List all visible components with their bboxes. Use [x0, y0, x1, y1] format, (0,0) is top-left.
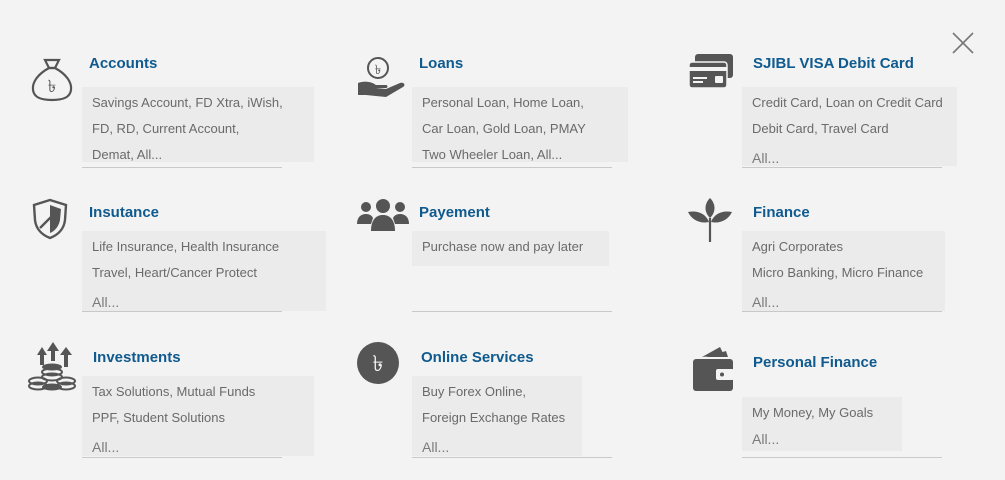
wallet-icon: [692, 345, 736, 393]
plant-leaf-icon: [686, 196, 734, 244]
personal-finance-links: My Money, My Goals All...: [742, 397, 902, 451]
divider: [82, 311, 282, 312]
accounts-links: Savings Account, FD Xtra, iWish, FD, RD,…: [82, 87, 314, 162]
investment-coins-icon: [27, 341, 77, 393]
investments-line-2[interactable]: PPF, Student Solutions: [92, 405, 304, 431]
divider: [742, 167, 942, 168]
insurance-line-1[interactable]: Life Insurance, Health Insurance: [92, 234, 316, 260]
divider: [742, 457, 942, 458]
divider: [82, 167, 282, 168]
svg-text:৳: ৳: [48, 77, 56, 97]
insurance-title[interactable]: Insutance: [89, 204, 159, 221]
debit-card-title[interactable]: SJIBL VISA Debit Card: [753, 55, 914, 72]
investments-links: Tax Solutions, Mutual Funds PPF, Student…: [82, 376, 314, 456]
payment-links: Purchase now and pay later: [412, 231, 609, 266]
online-services-title[interactable]: Online Services: [421, 349, 534, 366]
divider: [412, 167, 612, 168]
loans-line-1[interactable]: Personal Loan, Home Loan,: [422, 90, 618, 116]
accounts-line-2[interactable]: FD, RD, Current Account,: [92, 116, 304, 142]
accounts-line-1[interactable]: Savings Account, FD Xtra, iWish,: [92, 90, 304, 116]
finance-line-2[interactable]: Micro Banking, Micro Finance: [752, 260, 935, 286]
loans-line-2[interactable]: Car Loan, Gold Loan, PMAY: [422, 116, 618, 142]
finance-title[interactable]: Finance: [753, 204, 810, 221]
svg-text:৳: ৳: [375, 63, 381, 78]
online-services-line-1[interactable]: Buy Forex Online,: [422, 379, 572, 405]
loans-line-3[interactable]: Two Wheeler Loan, All...: [422, 142, 618, 168]
loans-links: Personal Loan, Home Loan, Car Loan, Gold…: [412, 87, 628, 162]
payment-line-1[interactable]: Purchase now and pay later: [422, 234, 599, 260]
insurance-line-2[interactable]: Travel, Heart/Cancer Protect: [92, 260, 316, 286]
credit-cards-icon: [687, 52, 735, 90]
rupee-circle-icon: ৳: [357, 342, 399, 384]
payment-title[interactable]: Payement: [419, 204, 490, 221]
accounts-title[interactable]: Accounts: [89, 55, 157, 72]
finance-links: Agri Corporates Micro Banking, Micro Fin…: [742, 231, 945, 311]
debit-card-line-1[interactable]: Credit Card, Loan on Credit Card: [752, 90, 947, 116]
divider: [82, 457, 282, 458]
hand-coin-icon: ৳: [356, 55, 408, 99]
debit-card-line-2[interactable]: Debit Card, Travel Card: [752, 116, 947, 142]
close-icon[interactable]: [951, 31, 975, 55]
svg-text:৳: ৳: [373, 352, 384, 377]
divider: [742, 311, 942, 312]
close-button[interactable]: [951, 31, 975, 55]
finance-line-1[interactable]: Agri Corporates: [752, 234, 935, 260]
investments-title[interactable]: Investments: [93, 349, 181, 366]
online-services-line-2[interactable]: Foreign Exchange Rates: [422, 405, 572, 431]
investments-line-1[interactable]: Tax Solutions, Mutual Funds: [92, 379, 304, 405]
personal-finance-title[interactable]: Personal Finance: [753, 354, 877, 371]
shield-icon: [32, 198, 68, 240]
insurance-links: Life Insurance, Health Insurance Travel,…: [82, 231, 326, 311]
personal-finance-all-link[interactable]: All...: [752, 426, 892, 452]
money-bag-rupee-icon: ৳: [30, 56, 74, 102]
divider: [412, 457, 612, 458]
people-group-icon: [356, 198, 410, 232]
online-services-links: Buy Forex Online, Foreign Exchange Rates…: [412, 376, 582, 456]
debit-card-links: Credit Card, Loan on Credit Card Debit C…: [742, 87, 957, 166]
loans-title[interactable]: Loans: [419, 55, 463, 72]
personal-finance-line-1[interactable]: My Money, My Goals: [752, 400, 892, 426]
divider: [412, 311, 612, 312]
accounts-line-3[interactable]: Demat, All...: [92, 142, 304, 168]
